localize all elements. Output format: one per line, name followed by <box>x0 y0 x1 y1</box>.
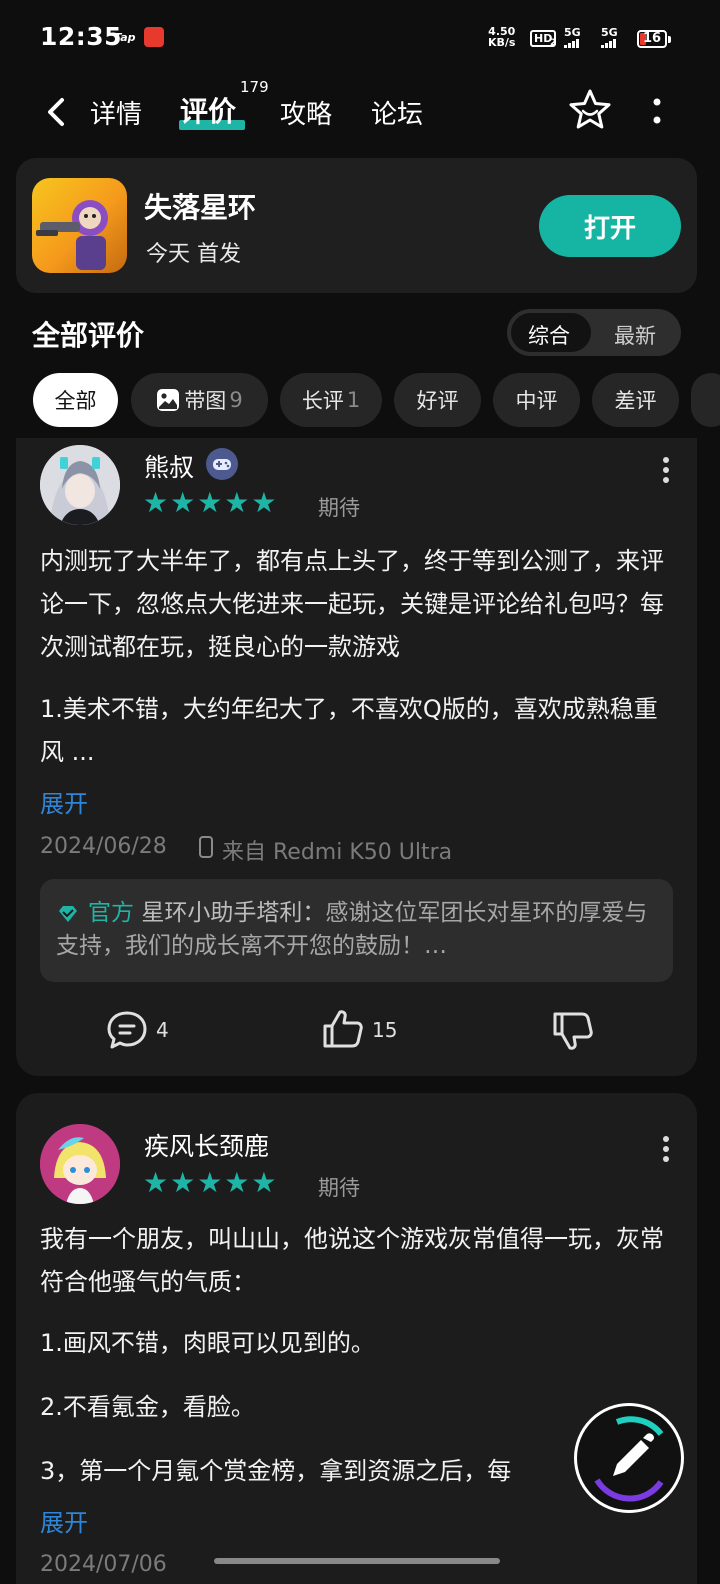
sort-option-latest[interactable]: 最新 <box>614 320 656 350</box>
game-icon[interactable] <box>32 178 127 273</box>
app-notification-icon <box>144 27 164 47</box>
review-text: 3，第一个月氪个赏金榜，拿到资源之后，每 <box>40 1457 512 1485</box>
write-review-button[interactable] <box>574 1403 684 1513</box>
tab-guides[interactable]: 攻略 <box>280 94 332 131</box>
more-vertical-icon[interactable] <box>660 1134 672 1164</box>
filter-more[interactable] <box>691 373 720 427</box>
review-text: 内测玩了大半年了，都有点上头了，终于等到公测了，来评论一下，忽悠点大佬进来一起玩… <box>40 547 664 661</box>
sort-option-comprehensive[interactable]: 综合 <box>528 320 570 350</box>
review-date: 2024/07/06 <box>40 1552 167 1577</box>
comment-icon[interactable] <box>104 1008 150 1052</box>
image-icon <box>157 389 180 411</box>
gamepad-badge-icon <box>206 448 238 480</box>
status-time: 12:35 <box>40 22 123 51</box>
game-title: 失落星环 <box>144 191 257 224</box>
review-date: 2024/06/28 <box>40 834 167 859</box>
battery-icon: 16 <box>637 30 671 48</box>
net-speed: 4.50 KB/s <box>488 25 516 49</box>
hd-sub: 2 <box>550 38 557 48</box>
review-text: 1.画风不错，肉眼可以见到的。 <box>40 1329 375 1357</box>
rating-tag: 期待 <box>318 1176 360 1200</box>
filter-neutral[interactable]: 中评 <box>493 373 580 427</box>
review-text: 1.美术不错，大约年纪大了，不喜欢Q版的，喜欢成熟稳重风 ... <box>40 695 658 766</box>
game-release-info: 今天 首发 <box>146 242 241 267</box>
official-reply-author: 星环小助手塔利： <box>141 900 326 926</box>
filter-negative[interactable]: 差评 <box>592 373 679 427</box>
phone-icon <box>198 835 214 859</box>
tab-details[interactable]: 详情 <box>90 94 142 131</box>
review-device: 来自 Redmi K50 Ultra <box>222 840 453 865</box>
rating-stars: ★★★★★ <box>143 486 279 519</box>
like-count: 15 <box>372 1018 398 1042</box>
more-vertical-icon[interactable] <box>646 96 668 128</box>
rating-tag: 期待 <box>318 496 360 520</box>
username[interactable]: 疾风长颈鹿 <box>144 1127 269 1163</box>
filter-positive[interactable]: 好评 <box>394 373 481 427</box>
tab-reviews[interactable]: 评价 <box>180 90 236 130</box>
avatar[interactable] <box>40 1124 120 1204</box>
official-reply-text: 官方 星环小助手塔利：感谢这位军团长对星环的厚爱与支持，我们的成长离不开您的鼓励… <box>56 897 656 963</box>
back-icon[interactable] <box>38 92 78 132</box>
open-button[interactable]: 打开 <box>539 195 681 257</box>
signal-1-icon: 5G <box>564 26 581 49</box>
filter-with-images[interactable]: 带图 9 <box>131 373 268 427</box>
comment-count: 4 <box>156 1018 169 1042</box>
section-title: 全部评价 <box>32 319 145 352</box>
official-badge: 官方 <box>88 900 134 926</box>
username[interactable]: 熊叔 <box>144 448 194 484</box>
tap-notification-icon: Tap <box>114 31 136 44</box>
dislike-icon[interactable] <box>550 1008 596 1054</box>
home-indicator <box>214 1558 500 1564</box>
signal-2-icon: 5G <box>601 26 618 49</box>
tab-forum[interactable]: 论坛 <box>371 94 423 131</box>
like-icon[interactable] <box>320 1006 366 1052</box>
expand-link[interactable]: 展开 <box>40 1503 88 1538</box>
filter-all[interactable]: 全部 <box>33 373 118 427</box>
review-count-badge: 179 <box>240 78 269 96</box>
more-vertical-icon[interactable] <box>660 455 672 485</box>
rating-stars: ★★★★★ <box>143 1166 279 1199</box>
pen-icon <box>594 1416 664 1502</box>
filter-long-review[interactable]: 长评 1 <box>280 373 382 427</box>
favorite-star-icon[interactable] <box>566 86 614 134</box>
avatar[interactable] <box>40 445 120 525</box>
review-text: 我有一个朋友，叫山山，他说这个游戏灰常值得一玩，灰常符合他骚气的气质： <box>40 1225 664 1296</box>
expand-link[interactable]: 展开 <box>40 784 88 819</box>
